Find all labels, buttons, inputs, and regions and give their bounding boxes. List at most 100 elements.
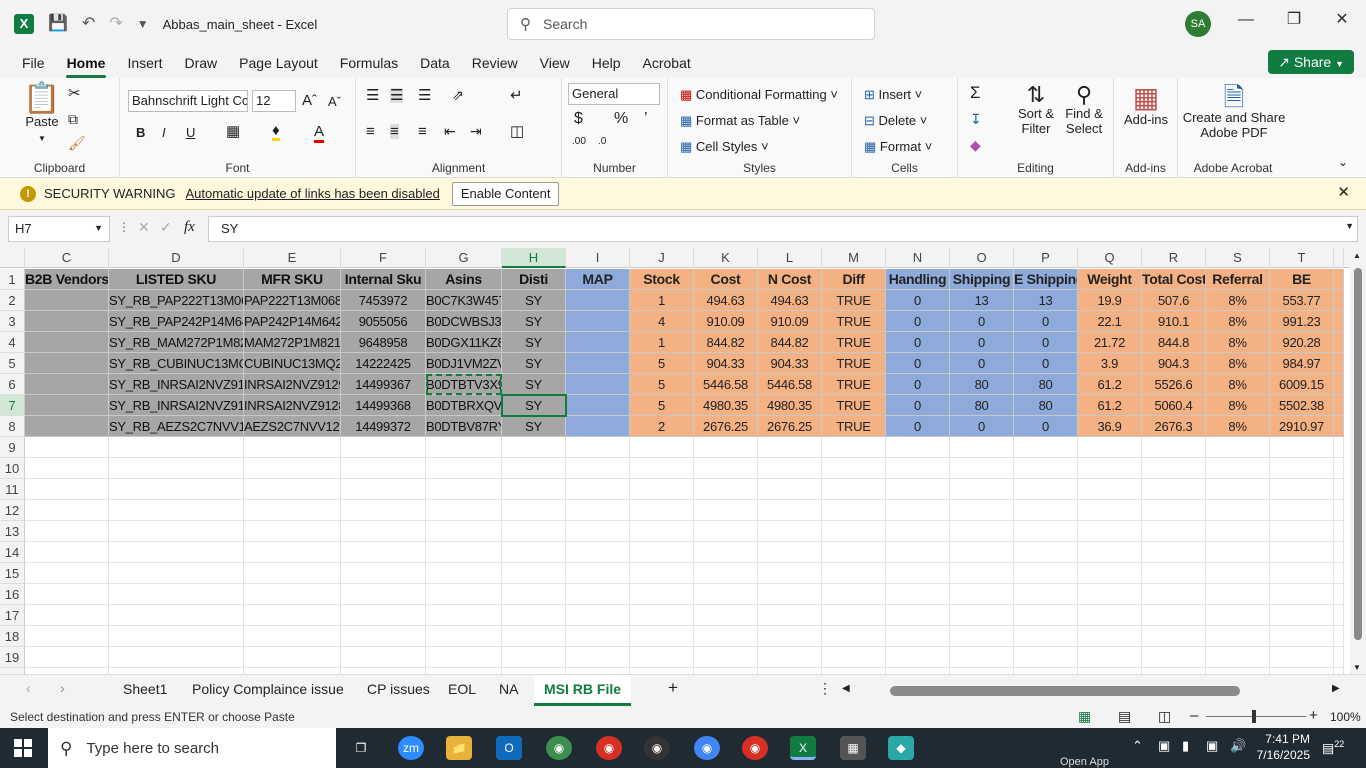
empty-cell[interactable]: [1142, 500, 1206, 521]
format-as-table-button[interactable]: ▦ Format as Table ˅: [680, 113, 800, 128]
file-explorer-icon[interactable]: 📁: [446, 736, 472, 760]
empty-cell[interactable]: [426, 584, 502, 605]
header-cell[interactable]: Total Cost: [1142, 269, 1206, 290]
empty-cell[interactable]: [1014, 521, 1078, 542]
row-header-14[interactable]: 14: [0, 542, 25, 563]
empty-cell[interactable]: [426, 437, 502, 458]
comma-icon[interactable]: ’: [644, 110, 648, 128]
table-cell[interactable]: 5526.6: [1142, 374, 1206, 395]
app-icon[interactable]: ◆: [888, 736, 914, 760]
empty-cell[interactable]: [1206, 479, 1270, 500]
row-header-11[interactable]: 11: [0, 479, 25, 500]
delete-cells-button[interactable]: ⊟ Delete ˅: [864, 113, 927, 128]
empty-cell[interactable]: [822, 521, 886, 542]
empty-cell[interactable]: [502, 542, 566, 563]
empty-cell[interactable]: [109, 458, 244, 479]
align-middle-icon[interactable]: ☰: [390, 88, 404, 103]
table-cell[interactable]: TRUE: [822, 311, 886, 332]
empty-cell[interactable]: [25, 500, 109, 521]
table-cell[interactable]: [566, 332, 630, 353]
wrap-text-icon[interactable]: ↵: [510, 88, 523, 103]
avatar[interactable]: SA: [1185, 11, 1211, 37]
zoom-level[interactable]: 100%: [1330, 710, 1361, 724]
table-cell[interactable]: 0: [886, 416, 950, 437]
empty-cell[interactable]: [886, 584, 950, 605]
enable-content-button[interactable]: Enable Content: [451, 181, 560, 206]
empty-cell[interactable]: [566, 479, 630, 500]
partial-cell[interactable]: [1334, 626, 1344, 647]
sheet-tab-active[interactable]: MSI RB File: [534, 675, 632, 706]
row-header-3[interactable]: 3: [0, 311, 25, 332]
table-cell[interactable]: SY: [502, 416, 566, 437]
scroll-right-icon[interactable]: ▶: [1332, 684, 1340, 694]
table-cell[interactable]: 910.1: [1142, 311, 1206, 332]
table-cell[interactable]: SY_RB_AEZS2C7NVV1278: [109, 416, 244, 437]
sheet-tab[interactable]: NA: [499, 681, 518, 697]
empty-cell[interactable]: [822, 605, 886, 626]
outlook-icon[interactable]: O: [496, 736, 522, 760]
table-cell[interactable]: 14499367: [341, 374, 426, 395]
empty-cell[interactable]: [1270, 563, 1334, 584]
table-cell[interactable]: SY_RB_PAP242P14M642: [109, 311, 244, 332]
empty-cell[interactable]: [244, 584, 341, 605]
table-cell[interactable]: 8%: [1206, 353, 1270, 374]
scroll-up-icon[interactable]: ▲: [1353, 252, 1361, 260]
addins-button[interactable]: ▦ Add-ins: [1122, 84, 1170, 128]
header-cell[interactable]: Cost: [694, 269, 758, 290]
empty-cell[interactable]: [109, 626, 244, 647]
column-header-k[interactable]: K: [694, 248, 758, 268]
empty-cell[interactable]: [1014, 479, 1078, 500]
name-box[interactable]: H7 ▼: [8, 216, 110, 242]
table-cell[interactable]: [566, 290, 630, 311]
empty-cell[interactable]: [502, 563, 566, 584]
tab-page-layout[interactable]: Page Layout: [228, 48, 329, 78]
empty-cell[interactable]: [566, 458, 630, 479]
empty-cell[interactable]: [25, 479, 109, 500]
open-app-label[interactable]: Open App: [1060, 756, 1109, 768]
notification-center-icon[interactable]: ▤22: [1322, 739, 1344, 756]
table-cell[interactable]: 14499368: [341, 395, 426, 416]
empty-cell[interactable]: [886, 542, 950, 563]
header-cell[interactable]: LISTED SKU: [109, 269, 244, 290]
increase-decimal-icon[interactable]: .00: [572, 136, 586, 147]
row-header-2[interactable]: 2: [0, 290, 25, 311]
table-cell[interactable]: 5: [630, 374, 694, 395]
table-cell[interactable]: 0: [886, 332, 950, 353]
empty-cell[interactable]: [886, 500, 950, 521]
empty-cell[interactable]: [1206, 647, 1270, 668]
save-icon[interactable]: 💾: [48, 16, 68, 32]
table-cell[interactable]: 844.8: [1142, 332, 1206, 353]
table-cell[interactable]: 984.97: [1270, 353, 1334, 374]
table-cell[interactable]: B0DTBV87RY: [426, 416, 502, 437]
table-cell[interactable]: 2676.25: [758, 416, 822, 437]
partial-cell[interactable]: [1334, 290, 1344, 311]
empty-cell[interactable]: [1014, 458, 1078, 479]
empty-cell[interactable]: [1142, 521, 1206, 542]
partial-cell[interactable]: [1334, 416, 1344, 437]
share-button[interactable]: ↗ Share ▼: [1268, 50, 1354, 74]
partial-cell[interactable]: [1334, 521, 1344, 542]
table-cell[interactable]: 5502.38: [1270, 395, 1334, 416]
table-cell[interactable]: 7453972: [341, 290, 426, 311]
empty-cell[interactable]: [566, 647, 630, 668]
header-cell[interactable]: MAP: [566, 269, 630, 290]
table-cell[interactable]: SY: [502, 311, 566, 332]
align-bottom-icon[interactable]: ☰: [418, 88, 431, 103]
redo-icon[interactable]: ↷: [109, 16, 122, 32]
prev-sheet-icon[interactable]: ‹: [26, 681, 31, 695]
column-header-g[interactable]: G: [426, 248, 502, 268]
empty-cell[interactable]: [566, 626, 630, 647]
partial-cell[interactable]: [1334, 437, 1344, 458]
empty-cell[interactable]: [630, 626, 694, 647]
empty-cell[interactable]: [822, 626, 886, 647]
partial-cell[interactable]: [1334, 269, 1344, 290]
partial-cell[interactable]: [1334, 332, 1344, 353]
warning-message-link[interactable]: Automatic update of links has been disab…: [185, 186, 439, 201]
empty-cell[interactable]: [244, 521, 341, 542]
sheet-tab[interactable]: Policy Complaince issue: [192, 681, 344, 697]
align-right-icon[interactable]: ≡: [418, 124, 427, 139]
empty-cell[interactable]: [1014, 626, 1078, 647]
empty-cell[interactable]: [502, 605, 566, 626]
table-cell[interactable]: 8%: [1206, 311, 1270, 332]
table-cell[interactable]: 21.72: [1078, 332, 1142, 353]
